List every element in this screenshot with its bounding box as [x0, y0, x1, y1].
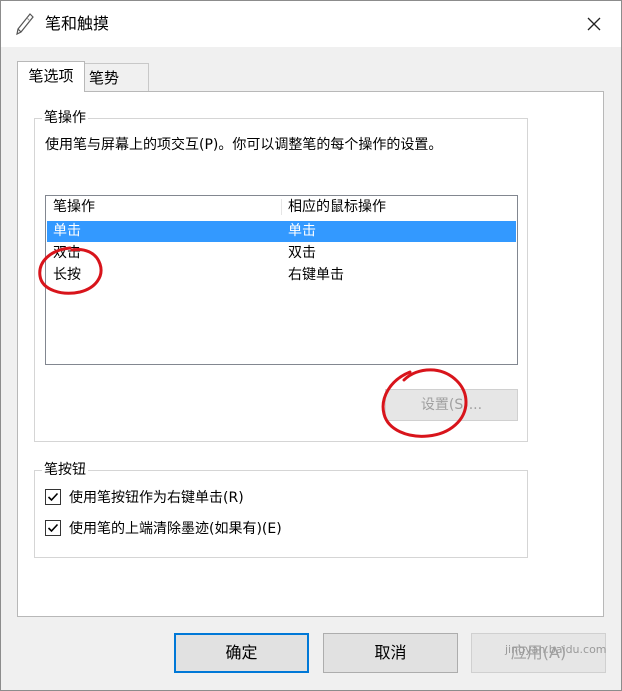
pen-buttons-group: 笔按钮 使用笔按钮作为右键单击(R) 使用笔的上端清除墨迹(如果有)(E): [34, 460, 528, 558]
checkbox-label: 使用笔按钮作为右键单击(R): [69, 490, 244, 506]
list-header: 笔操作 相应的鼠标操作: [46, 196, 517, 218]
settings-button[interactable]: 设置(S)...: [385, 389, 518, 421]
group-title: 笔操作: [42, 108, 88, 128]
pen-action-cell: 双击: [53, 245, 81, 261]
pen-options-panel: 笔操作 使用笔与屏幕上的项交互(P)。你可以调整笔的每个操作的设置。 笔操作 相…: [17, 91, 604, 617]
checkbox-checked-icon: [47, 492, 59, 502]
checkbox[interactable]: [45, 489, 61, 505]
pen-actions-list[interactable]: 笔操作 相应的鼠标操作 单击 单击 双击 双击 长按 右键单击: [45, 195, 518, 365]
checkbox-checked-icon: [47, 523, 59, 533]
checkbox[interactable]: [45, 520, 61, 536]
list-item[interactable]: 长按 右键单击: [47, 265, 516, 286]
group-title: 笔按钮: [42, 460, 88, 480]
ok-button[interactable]: 确定: [174, 633, 309, 673]
column-divider[interactable]: [281, 199, 282, 215]
watermark: jingyan.baidu.com: [505, 643, 607, 656]
list-item[interactable]: 单击 单击: [47, 221, 516, 242]
column-header-pen-action[interactable]: 笔操作: [53, 196, 95, 218]
pen-actions-group: 笔操作 使用笔与屏幕上的项交互(P)。你可以调整笔的每个操作的设置。 笔操作 相…: [34, 108, 528, 442]
cancel-button[interactable]: 取消: [323, 633, 458, 673]
column-header-mouse-action[interactable]: 相应的鼠标操作: [288, 196, 386, 218]
title-bar: 笔和触摸: [1, 1, 621, 47]
window-title: 笔和触摸: [45, 14, 110, 33]
tab-flicks[interactable]: 笔势: [85, 63, 149, 91]
pen-actions-description: 使用笔与屏幕上的项交互(P)。你可以调整笔的每个操作的设置。: [45, 137, 443, 153]
mouse-action-cell: 双击: [288, 245, 316, 261]
mouse-action-cell: 单击: [288, 223, 316, 239]
pen-icon: [13, 12, 35, 36]
checkbox-label: 使用笔的上端清除墨迹(如果有)(E): [69, 521, 282, 537]
close-icon: [587, 17, 601, 31]
mouse-action-cell: 右键单击: [288, 267, 344, 283]
tab-label: 笔选项: [28, 67, 74, 85]
pen-and-touch-dialog: 笔和触摸 笔选项 笔势 笔操作 使用笔与屏幕上的项交互(P)。你可以调整笔的每个…: [0, 0, 622, 691]
pen-action-cell: 单击: [53, 223, 81, 239]
close-button[interactable]: [579, 11, 609, 37]
tab-pen-options[interactable]: 笔选项: [17, 61, 85, 92]
list-item[interactable]: 双击 双击: [47, 243, 516, 264]
tab-label: 笔势: [89, 69, 120, 87]
pen-action-cell: 长按: [53, 267, 81, 283]
